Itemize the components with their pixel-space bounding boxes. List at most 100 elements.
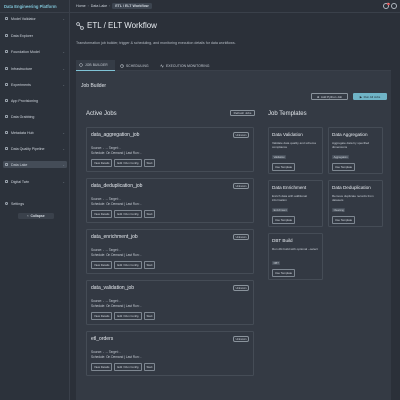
sidebar-item-label: Infrastructure <box>11 66 33 71</box>
sidebar-item-data-lake[interactable]: Data Lake ⌄ <box>3 161 67 168</box>
view-details-button[interactable]: View Details <box>91 261 113 269</box>
run-all-jobs-button[interactable]: ▶ Run All Jobs <box>353 93 387 100</box>
edit-run-config-button[interactable]: Edit / Run Config <box>114 159 142 167</box>
gear-icon <box>79 63 83 67</box>
view-details-button[interactable]: View Details <box>91 159 113 167</box>
active-jobs-title: Active Jobs <box>86 111 117 117</box>
sidebar-item-data-grabbing[interactable]: Data Grabbing <box>3 113 67 120</box>
database-icon <box>4 162 9 167</box>
use-template-button[interactable]: Use Template <box>332 216 356 224</box>
start-button[interactable]: Start <box>143 312 156 320</box>
start-button[interactable]: Start <box>143 159 156 167</box>
job-source: Source: - → Target: - <box>91 146 121 150</box>
add-python-job-button[interactable]: ⊕ Add Python Job <box>311 93 348 100</box>
template-description: Remove duplicate records from datasets <box>332 194 374 202</box>
tab-job-builder[interactable]: JOB BUILDER <box>76 60 115 71</box>
sidebar-item-metadata-hub[interactable]: Metadata Hub ⌄ <box>3 129 67 136</box>
template-card: Data Aggregation Aggregate data by speci… <box>328 127 383 174</box>
use-template-button[interactable]: Use Template <box>272 269 296 277</box>
start-button[interactable]: Start <box>143 261 156 269</box>
breadcrumb-separator: › <box>109 4 111 8</box>
use-template-button[interactable]: Use Template <box>332 163 356 171</box>
status-badge: Unknown <box>232 132 249 139</box>
sidebar-item-model-validator[interactable]: Model Validator ⌄ <box>3 15 67 22</box>
tab-label: JOB BUILDER <box>85 63 108 67</box>
sidebar-item-label: Digital Twin <box>11 179 30 184</box>
job-source: Source: - → Target: - <box>91 248 121 252</box>
use-template-button[interactable]: Use Template <box>272 163 296 171</box>
notification-badge: 3 <box>386 2 390 6</box>
job-actions: View Details Edit / Run Config Start <box>91 363 156 371</box>
breadcrumb: Home › Data Lake › ETL / ELT Workflow <box>76 3 152 9</box>
job-schedule: Schedule: On Demand | Last Run: - <box>91 304 142 308</box>
job-source: Source: - → Target: - <box>91 197 121 201</box>
chevron-down-icon: ⌄ <box>62 130 65 135</box>
job-card: data_deduplication_job Unknown Source: -… <box>86 178 254 223</box>
breadcrumb-home[interactable]: Home <box>76 4 86 8</box>
job-actions: View Details Edit / Run Config Start <box>91 261 156 269</box>
sidebar-item-digital-twin[interactable]: Digital Twin ⌄ <box>3 178 67 185</box>
template-tag: DBT <box>272 261 281 266</box>
template-name: Data Enrichment <box>272 185 307 190</box>
sidebar-item-settings[interactable]: Settings <box>3 200 67 207</box>
sidebar-item-label: Data Explorer <box>11 33 33 38</box>
edit-run-config-button[interactable]: Edit / Run Config <box>114 210 142 218</box>
view-details-button[interactable]: View Details <box>91 312 113 320</box>
job-builder-panel: Job Builder ⊕ Add Python Job ▶ Run All J… <box>76 71 391 400</box>
tab-execution-monitoring[interactable]: EXECUTION MONITORING <box>158 60 220 71</box>
job-name: data_enrichment_job <box>91 234 138 240</box>
box-icon <box>4 98 9 103</box>
sidebar-item-data-quality-pipeline[interactable]: Data Quality Pipeline ⌄ <box>3 145 67 152</box>
job-actions: View Details Edit / Run Config Start <box>91 159 156 167</box>
start-button[interactable]: Start <box>143 363 156 371</box>
chevron-down-icon: ⌄ <box>62 146 65 151</box>
chevron-down-icon: ⌄ <box>62 66 65 71</box>
pulse-icon <box>160 63 164 68</box>
job-card: data_validation_job Unknown Source: - → … <box>86 280 254 325</box>
breadcrumb-current: ETL / ELT Workflow <box>112 3 152 9</box>
brand-title: Data Engineering Platform <box>0 0 69 13</box>
view-details-button[interactable]: View Details <box>91 363 113 371</box>
view-details-button[interactable]: View Details <box>91 210 113 218</box>
job-schedule: Schedule: On Demand | Last Run: - <box>91 151 142 155</box>
top-icons: 3 <box>383 2 397 9</box>
tag-icon <box>4 130 9 135</box>
plus-icon: ⊕ <box>316 94 320 99</box>
template-card: Data Enrichment Enrich data with additio… <box>268 180 323 227</box>
status-badge: Unknown <box>232 234 249 241</box>
job-source: Source: - → Target: - <box>91 350 121 354</box>
job-schedule: Schedule: On Demand | Last Run: - <box>91 355 142 359</box>
edit-run-config-button[interactable]: Edit / Run Config <box>114 261 142 269</box>
account-icon[interactable] <box>391 3 397 9</box>
sidebar-item-label: App Provisioning <box>11 98 38 103</box>
job-card: etl_orders Unknown Source: - → Target: -… <box>86 331 254 376</box>
sidebar-item-data-explorer[interactable]: Data Explorer <box>3 32 67 39</box>
template-tag: Enrichment <box>272 208 289 213</box>
sidebar-item-experiments[interactable]: Experiments ⌄ <box>3 81 67 88</box>
sidebar-item-app-provisioning[interactable]: App Provisioning <box>3 97 67 104</box>
template-name: DBT Build <box>272 238 293 243</box>
edit-run-config-button[interactable]: Edit / Run Config <box>114 363 142 371</box>
collapse-button[interactable]: ‹ Collapse <box>18 213 54 219</box>
sidebar-item-foundation-model[interactable]: Foundation Model ⌄ <box>3 48 67 55</box>
notification-icon[interactable]: 3 <box>383 2 390 9</box>
filter-icon <box>4 146 9 151</box>
page-title: ETL / ELT Workflow <box>87 21 157 30</box>
breadcrumb-parent[interactable]: Data Lake <box>91 4 107 8</box>
job-source: Source: - → Target: - <box>91 299 121 303</box>
page-subtitle: Transformation job builder, trigger & sc… <box>76 41 236 45</box>
sidebar-item-label: Data Lake <box>11 162 28 167</box>
template-tag: Cleaning <box>332 208 346 213</box>
sidebar-item-label: Settings <box>11 201 24 206</box>
chevron-down-icon: ⌄ <box>62 82 65 87</box>
use-template-button[interactable]: Use Template <box>272 216 296 224</box>
sidebar-item-label: Model Validator <box>11 16 36 21</box>
job-card: data_aggregation_job Unknown Source: - →… <box>86 127 254 172</box>
top-bar: Home › Data Lake › ETL / ELT Workflow 3 <box>70 0 400 13</box>
sidebar-item-infrastructure[interactable]: Infrastructure ⌄ <box>3 65 67 72</box>
tab-scheduling[interactable]: SCHEDULING <box>118 60 155 71</box>
template-description: Run dbt build with optional --select <box>272 247 318 251</box>
refresh-jobs-button[interactable]: Refresh Jobs <box>230 110 255 116</box>
edit-run-config-button[interactable]: Edit / Run Config <box>114 312 142 320</box>
start-button[interactable]: Start <box>143 210 156 218</box>
